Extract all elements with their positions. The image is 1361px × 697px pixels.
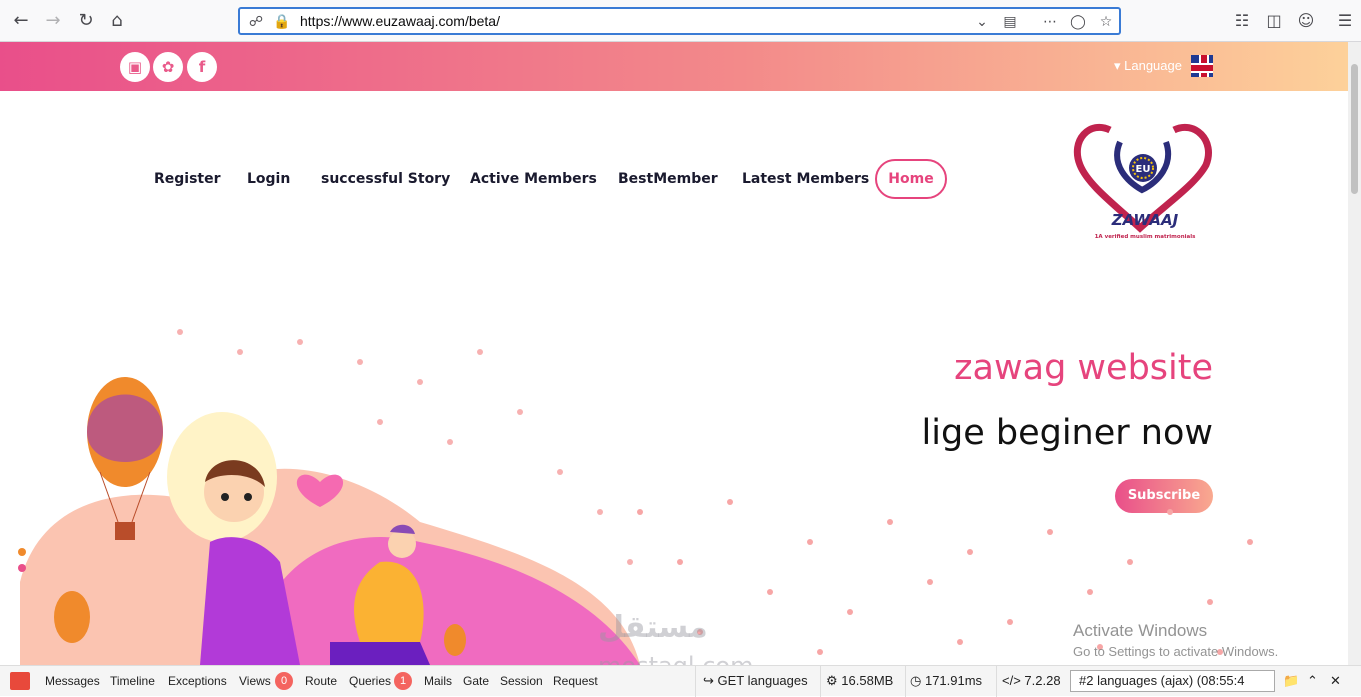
uk-flag-icon[interactable] [1191, 55, 1213, 77]
twitter-icon[interactable]: ✿ [153, 52, 183, 82]
forward-arrow-icon[interactable]: → [40, 8, 66, 34]
address-bar[interactable]: ☍ 🔒 https://www.euzawaaj.com/beta/ ⌄ ▤ ⋯… [238, 7, 1121, 35]
top-band: ▣ ✿ f ▾ Language [0, 42, 1348, 91]
nav-home-button[interactable]: Home [875, 159, 947, 199]
language-dropdown[interactable]: ▾ Language [1114, 58, 1182, 74]
couple-illustration [18, 329, 640, 665]
instagram-icon[interactable]: ▣ [120, 52, 150, 82]
scroll-thumb[interactable] [1351, 64, 1358, 194]
debug-tab-queries[interactable]: Queries [349, 674, 391, 688]
debug-separator [905, 666, 906, 697]
language-label: Language [1124, 58, 1182, 73]
chevron-up-icon[interactable]: ⌃ [1307, 673, 1318, 689]
memory-text: 16.58MB [841, 673, 894, 688]
logo-badge: EU [1136, 164, 1151, 175]
php-version: 7.2.28 [1024, 673, 1061, 688]
watermark-arabic: مستقل [598, 610, 708, 645]
memory-info: ⚙ 16.58MB [826, 673, 894, 688]
library-icon[interactable]: ☷ [1230, 9, 1254, 33]
lock-icon[interactable]: 🔒 [272, 12, 292, 32]
hero-title: zawag website [954, 348, 1213, 388]
debug-bar: Messages Timeline Exceptions Views 0 Rou… [0, 665, 1361, 697]
debug-separator [695, 666, 696, 697]
time-text: 171.91ms [924, 673, 983, 688]
logo-name: ZAWAAJ [1111, 211, 1179, 229]
chevron-down-icon[interactable]: ⌄ [972, 12, 992, 32]
reader-view-icon[interactable]: ▤ [1000, 12, 1020, 32]
debug-tab-views[interactable]: Views [239, 674, 271, 688]
debugbar-logo-icon[interactable] [10, 672, 30, 690]
request-select[interactable]: #2 languages (ajax) (08:55:4 [1070, 670, 1275, 692]
close-icon[interactable]: ✕ [1330, 673, 1341, 689]
debug-separator [820, 666, 821, 697]
facebook-icon[interactable]: f [187, 52, 217, 82]
watermark-latin: mostaql.com [598, 652, 753, 665]
time-info: ◷ 171.91ms [910, 673, 983, 688]
debug-tab-timeline[interactable]: Timeline [110, 674, 155, 688]
bookmark-star-icon[interactable]: ☆ [1096, 12, 1116, 32]
home-icon[interactable]: ⌂ [104, 8, 130, 34]
pocket-icon[interactable]: ◯ [1068, 12, 1088, 32]
route-info: ↪ GET languages [703, 673, 808, 688]
browser-toolbar: ← → ↻ ⌂ ☍ 🔒 https://www.euzawaaj.com/bet… [0, 0, 1361, 42]
debug-tab-route[interactable]: Route [305, 674, 337, 688]
folder-icon[interactable]: 📁 [1283, 673, 1299, 689]
debug-tab-request[interactable]: Request [553, 674, 598, 688]
activate-windows-subtitle: Go to Settings to activate Windows. [1073, 644, 1279, 659]
nav-successful-story[interactable]: successful Story [321, 171, 450, 187]
sidebar-icon[interactable]: ◫ [1262, 9, 1286, 33]
logo-tagline: 1A verified muslim matrimonials [1095, 234, 1196, 240]
nav-latest-members[interactable]: Latest Members [742, 171, 869, 187]
nav-best-member[interactable]: BestMember [618, 171, 718, 187]
debug-tab-session[interactable]: Session [500, 674, 543, 688]
zawaaj-logo[interactable]: EU ZAWAAJ 1A verified muslim matrimonial… [1070, 120, 1220, 242]
web-page: ▣ ✿ f ▾ Language Register Login successf… [0, 42, 1348, 665]
nav-active-members[interactable]: Active Members [470, 171, 597, 187]
php-info: </> 7.2.28 [1002, 673, 1061, 688]
debug-tab-exceptions[interactable]: Exceptions [168, 674, 227, 688]
debug-tab-mails[interactable]: Mails [424, 674, 452, 688]
views-count-badge: 0 [275, 672, 293, 690]
debug-tab-messages[interactable]: Messages [45, 674, 100, 688]
nav-register[interactable]: Register [154, 171, 221, 187]
page-scrollbar[interactable] [1348, 42, 1361, 665]
account-avatar-icon[interactable]: ☺ [1294, 9, 1318, 33]
reload-icon[interactable]: ↻ [73, 8, 99, 34]
more-icon[interactable]: ⋯ [1040, 12, 1060, 32]
nav-login[interactable]: Login [247, 171, 290, 187]
back-arrow-icon[interactable]: ← [8, 8, 34, 34]
hearts-pattern [637, 499, 1253, 655]
queries-count-badge: 1 [394, 672, 412, 690]
debug-tab-gate[interactable]: Gate [463, 674, 489, 688]
debug-separator [996, 666, 997, 697]
url-text[interactable]: https://www.euzawaaj.com/beta/ [300, 13, 500, 29]
shield-icon[interactable]: ☍ [246, 12, 266, 32]
route-text: GET languages [717, 673, 808, 688]
activate-windows-title: Activate Windows [1073, 621, 1208, 640]
hamburger-menu-icon[interactable]: ☰ [1333, 9, 1357, 33]
hero-subtitle: lige beginer now [921, 413, 1213, 453]
